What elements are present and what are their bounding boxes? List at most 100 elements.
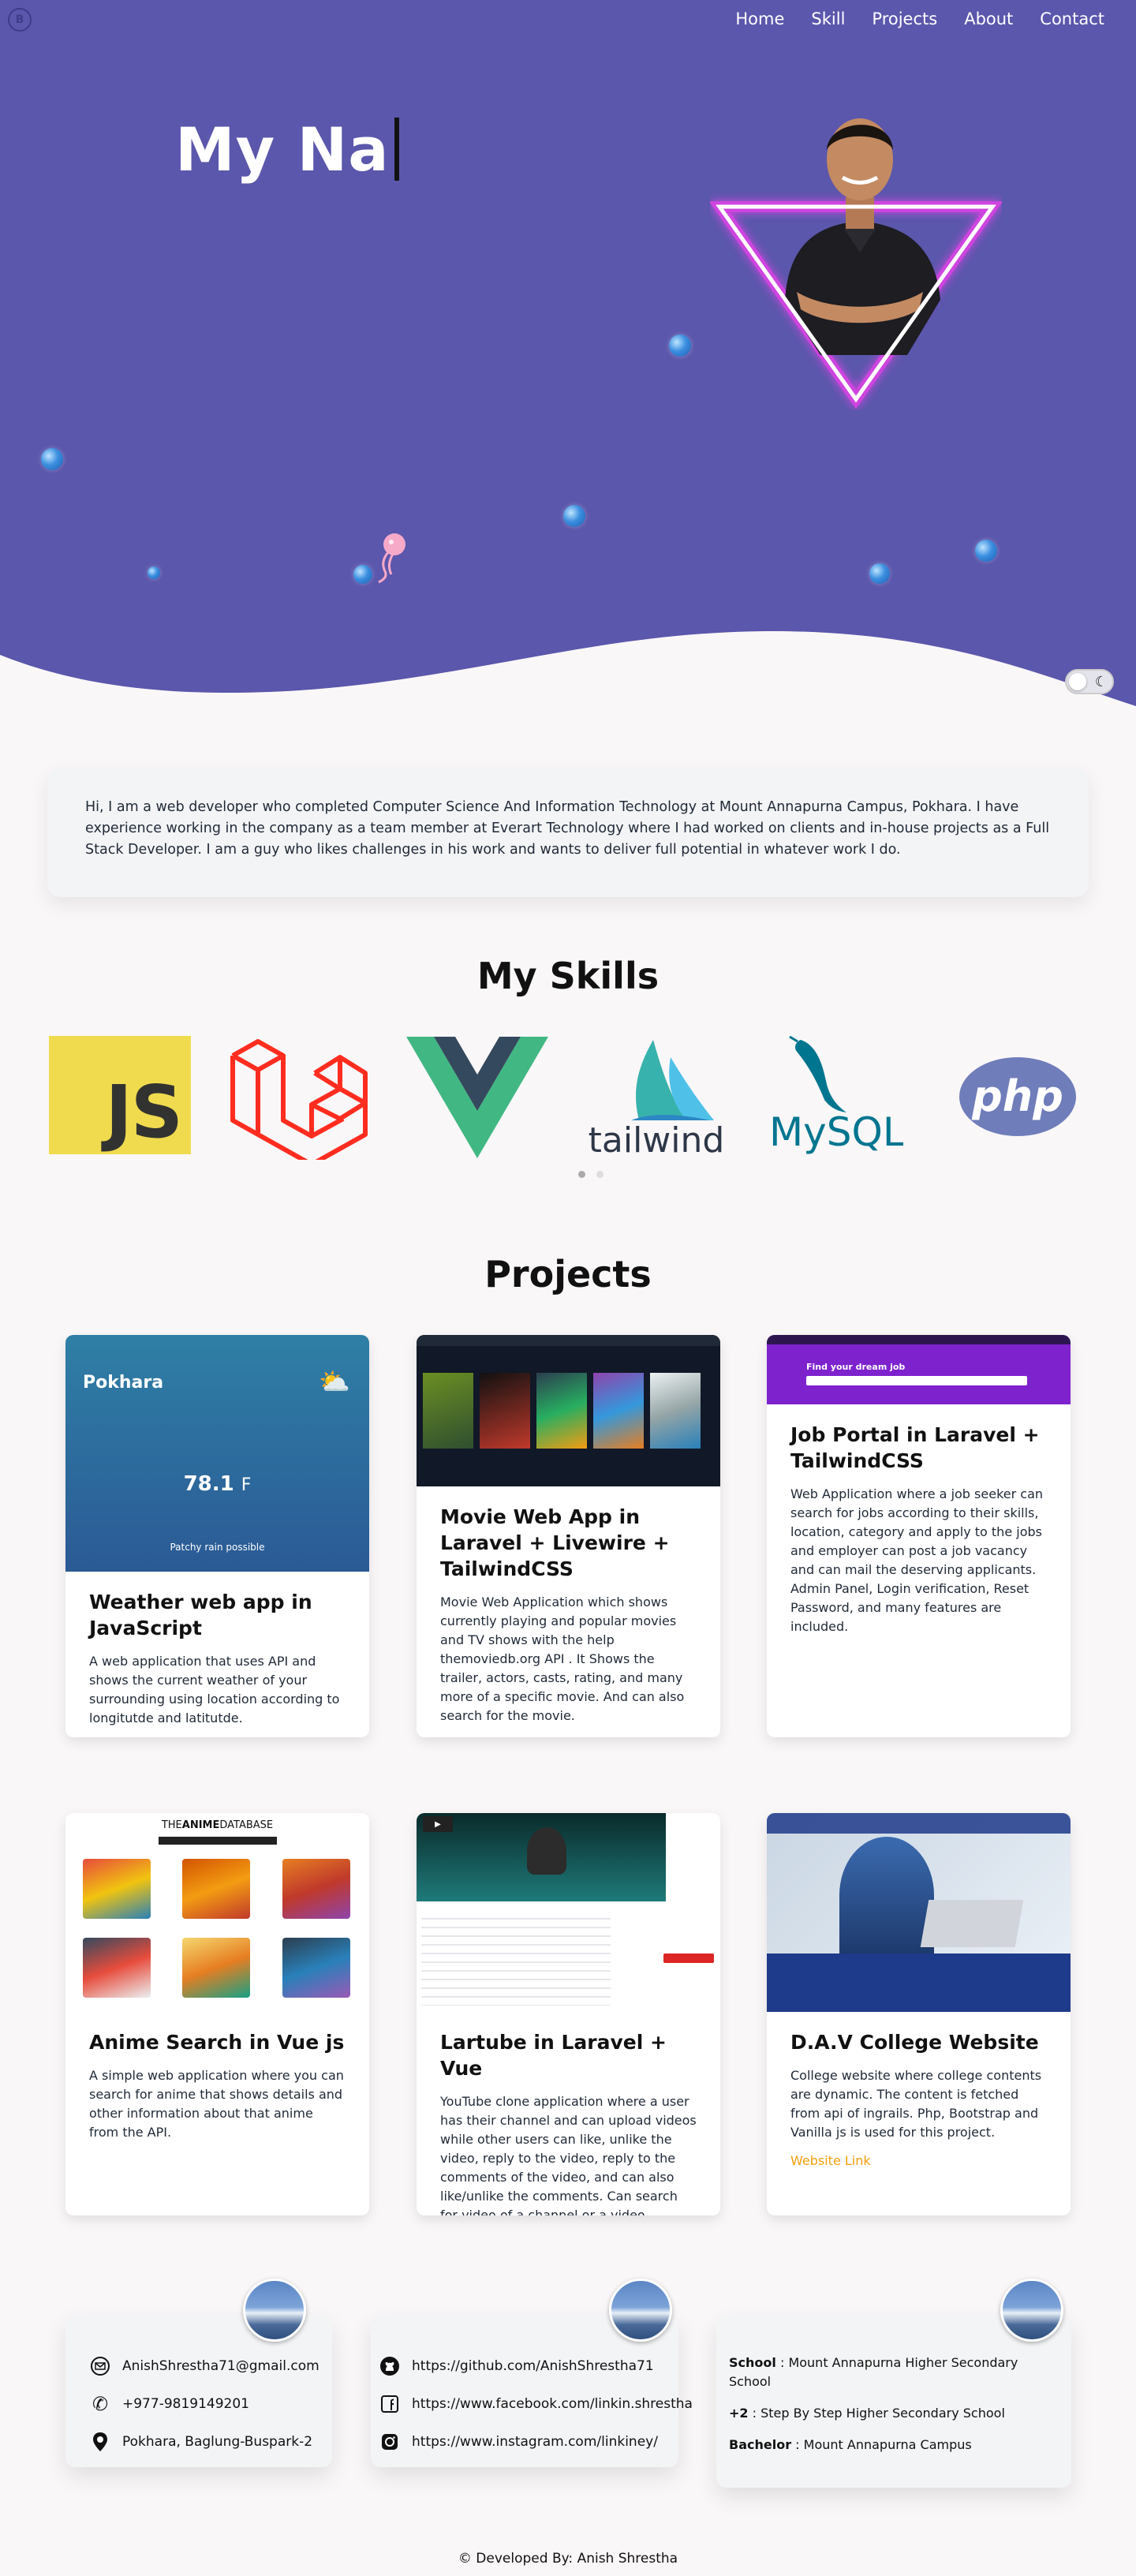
project-card-weather[interactable]: Pokhara ⛅ 78.1 F Patchy rain possible We… xyxy=(65,1335,369,1737)
project-card-movie[interactable]: Movie Web App in Laravel + Livewire + Ta… xyxy=(417,1335,720,1737)
nav-contact[interactable]: Contact xyxy=(1040,9,1104,28)
weather-unit: F xyxy=(241,1475,252,1495)
dav-navbar xyxy=(767,1813,1071,1834)
movie-app-screenshot xyxy=(417,1335,720,1486)
bubble xyxy=(41,448,63,470)
footer-credit: © Developed By: Anish Shrestha xyxy=(458,2551,678,2567)
job-portal-topbar xyxy=(767,1335,1071,1344)
carousel-dot-active[interactable] xyxy=(578,1171,585,1178)
bubble xyxy=(563,505,585,527)
phone-icon: ✆ xyxy=(92,2393,109,2415)
weather-condition: Patchy rain possible xyxy=(170,1542,265,1553)
toggle-knob xyxy=(1069,673,1086,690)
job-portal-screenshot: Find your dream job xyxy=(767,1335,1071,1404)
project-card-anime[interactable]: THEANIMEDATABASE Anime Search in Vue js … xyxy=(65,1813,369,2215)
comment-lines xyxy=(421,1911,611,2006)
bachelor-row: Bachelor : Mount Annapurna Campus xyxy=(729,2436,1044,2454)
project-card-dav-college[interactable]: D.A.V College Website College website wh… xyxy=(767,1813,1071,2215)
skill-vue-logo xyxy=(406,1037,548,1158)
project-card-body: D.A.V College Website College website wh… xyxy=(767,2012,1071,2185)
moon-icon: ☾ xyxy=(1094,674,1108,690)
website-link[interactable]: Website Link xyxy=(790,2153,1047,2168)
nav-home[interactable]: Home xyxy=(735,9,784,28)
site-logo[interactable]: B xyxy=(8,8,32,32)
github-link[interactable]: https://github.com/AnishShrestha71 xyxy=(412,2358,654,2374)
movie-poster xyxy=(536,1373,587,1449)
email-text[interactable]: AnishShrestha71@gmail.com xyxy=(122,2358,320,2374)
bubble xyxy=(975,540,997,562)
avatar xyxy=(609,2279,672,2342)
movie-poster xyxy=(650,1373,701,1449)
movie-app-topbar xyxy=(417,1335,720,1346)
job-portal-headline: Find your dream job xyxy=(806,1362,906,1372)
facebook-link[interactable]: https://www.facebook.com/linkin.shrestha xyxy=(412,2396,693,2412)
skill-mysql-logo: MySQL xyxy=(769,1035,903,1155)
avatar xyxy=(1000,2279,1063,2342)
anime-brand: THEANIMEDATABASE xyxy=(65,1819,369,1831)
subscribe-button xyxy=(663,1953,714,1963)
school-label: School xyxy=(729,2355,776,2370)
skill-laravel-logo xyxy=(230,1039,368,1160)
skills-title: My Skills xyxy=(476,955,660,997)
bachelor-label: Bachelor xyxy=(729,2437,792,2452)
weather-city: Pokhara xyxy=(83,1373,164,1393)
plus2-row: +2 : Step By Step Higher Secondary Schoo… xyxy=(729,2404,1044,2423)
anime-thumb xyxy=(83,1938,151,1998)
project-card-job-portal[interactable]: Find your dream job Job Portal in Larave… xyxy=(767,1335,1071,1737)
carousel-dots xyxy=(573,1166,609,1181)
address-row: Pokhara, Baglung-Buspark-2 xyxy=(89,2431,312,2453)
mysql-logo-text: MySQL xyxy=(769,1109,903,1155)
phone-text[interactable]: +977-9819149201 xyxy=(122,2396,249,2412)
dav-college-screenshot xyxy=(767,1813,1071,2012)
carousel-dot[interactable] xyxy=(596,1171,604,1178)
plus2-name: : Step By Step Higher Secondary School xyxy=(748,2406,1005,2421)
bachelor-name: : Mount Annapurna Campus xyxy=(791,2437,972,2452)
project-card-body: Movie Web App in Laravel + Livewire + Ta… xyxy=(417,1486,720,1737)
project-title: Lartube in Laravel + Vue xyxy=(440,2031,667,2080)
bubble xyxy=(669,335,691,357)
project-card-body: Job Portal in Laravel + TailwindCSS Web … xyxy=(767,1404,1071,1654)
anime-thumb xyxy=(182,1859,250,1919)
instagram-icon xyxy=(379,2431,401,2453)
github-row: https://github.com/AnishShrestha71 xyxy=(379,2355,654,2377)
movie-poster xyxy=(423,1373,473,1449)
projects-title: Projects xyxy=(484,1253,652,1295)
project-description: College website where college contents a… xyxy=(790,2068,1042,2140)
project-card-lartube[interactable]: ▶ Lartube in Laravel + Vue YouTube clone… xyxy=(417,1813,720,2215)
dav-footer-band xyxy=(767,1953,1071,2012)
nav-about[interactable]: About xyxy=(964,9,1013,28)
contact-info-card: AnishShrestha71@gmail.com ✆ +977-9819149… xyxy=(65,2316,332,2467)
address-text: Pokhara, Baglung-Buspark-2 xyxy=(122,2434,313,2450)
skills-carousel: JS tailwind MySQL php xyxy=(47,1034,1089,1160)
php-logo-text: php xyxy=(971,1071,1063,1121)
anime-app-screenshot: THEANIMEDATABASE xyxy=(65,1813,369,2012)
project-title: Weather web app in JavaScript xyxy=(89,1591,312,1639)
facebook-icon xyxy=(379,2393,401,2415)
tailwind-logo-text: tailwind xyxy=(589,1120,725,1160)
project-card-body: Lartube in Laravel + Vue YouTube clone a… xyxy=(417,2012,720,2215)
instagram-row: https://www.instagram.com/linkiney/ xyxy=(379,2431,658,2453)
dav-laptop xyxy=(920,1900,1024,1947)
project-title: D.A.V College Website xyxy=(790,2031,1039,2054)
nav-skill[interactable]: Skill xyxy=(811,9,845,28)
job-search-bar xyxy=(806,1376,1027,1385)
email-row: AnishShrestha71@gmail.com xyxy=(89,2355,320,2377)
project-description: Movie Web Application which shows curren… xyxy=(440,1595,685,1723)
profile-portrait xyxy=(710,118,1002,409)
main-nav: Home Skill Projects About Contact xyxy=(735,9,1104,28)
skill-php-logo: php xyxy=(959,1057,1076,1136)
typed-heading: My Na xyxy=(175,114,399,185)
anime-thumb xyxy=(282,1938,350,1998)
github-icon xyxy=(379,2355,401,2377)
anime-thumb xyxy=(83,1859,151,1919)
plus2-label: +2 xyxy=(729,2406,749,2421)
project-description: Web Application where a job seeker can s… xyxy=(790,1486,1044,1634)
instagram-link[interactable]: https://www.instagram.com/linkiney/ xyxy=(412,2434,658,2450)
education-card: School : Mount Annapurna Higher Secondar… xyxy=(716,2316,1071,2488)
bubble xyxy=(869,563,890,584)
typing-cursor xyxy=(394,118,399,181)
theme-toggle[interactable]: ☾ xyxy=(1065,669,1114,694)
project-title: Job Portal in Laravel + TailwindCSS xyxy=(790,1423,1040,1472)
dav-student xyxy=(839,1837,934,1953)
nav-projects[interactable]: Projects xyxy=(872,9,937,28)
